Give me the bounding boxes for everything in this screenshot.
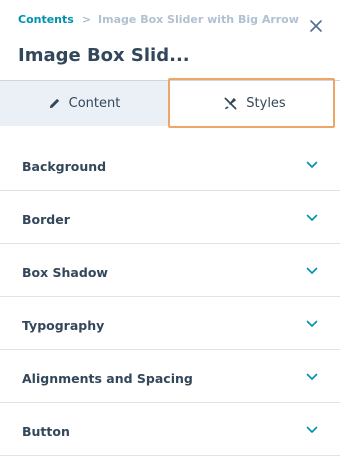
- tab-styles[interactable]: Styles: [169, 81, 340, 126]
- section-label: Alignments and Spacing: [22, 371, 193, 386]
- tab-styles-label: Styles: [246, 96, 286, 111]
- section-label: Button: [22, 424, 70, 439]
- tab-content[interactable]: Content: [0, 81, 169, 126]
- section-label: Background: [22, 159, 107, 174]
- section-typography[interactable]: Typography: [0, 297, 340, 350]
- chevron-down-icon: [306, 320, 318, 327]
- close-button[interactable]: [308, 18, 324, 34]
- panel-header: Contents > Image Box Slider with Big Arr…: [0, 0, 340, 80]
- section-label: Typography: [22, 318, 105, 333]
- breadcrumb-contents-link[interactable]: Contents: [18, 13, 74, 26]
- section-background[interactable]: Background: [0, 138, 340, 191]
- tab-bar: Content Styles: [0, 80, 340, 126]
- chevron-down-icon: [306, 161, 318, 168]
- breadcrumb: Contents > Image Box Slider with Big Arr…: [18, 13, 299, 26]
- style-sections: Background Border Box Shadow Typography …: [0, 138, 340, 456]
- close-icon: [310, 20, 322, 32]
- tab-content-label: Content: [68, 96, 121, 111]
- chevron-down-icon: [306, 267, 318, 274]
- styles-icon: [224, 97, 237, 110]
- breadcrumb-separator: >: [81, 13, 92, 26]
- section-alignments-and-spacing[interactable]: Alignments and Spacing: [0, 350, 340, 403]
- chevron-down-icon: [306, 426, 318, 433]
- section-border[interactable]: Border: [0, 191, 340, 244]
- chevron-down-icon: [306, 214, 318, 221]
- section-box-shadow[interactable]: Box Shadow: [0, 244, 340, 297]
- section-button[interactable]: Button: [0, 403, 340, 456]
- section-label: Box Shadow: [22, 265, 108, 280]
- breadcrumb-current: Image Box Slider with Big Arrow: [98, 13, 299, 26]
- pencil-icon: [49, 98, 59, 109]
- section-label: Border: [22, 212, 70, 227]
- chevron-down-icon: [306, 373, 318, 380]
- page-title: Image Box Slid...: [18, 45, 190, 66]
